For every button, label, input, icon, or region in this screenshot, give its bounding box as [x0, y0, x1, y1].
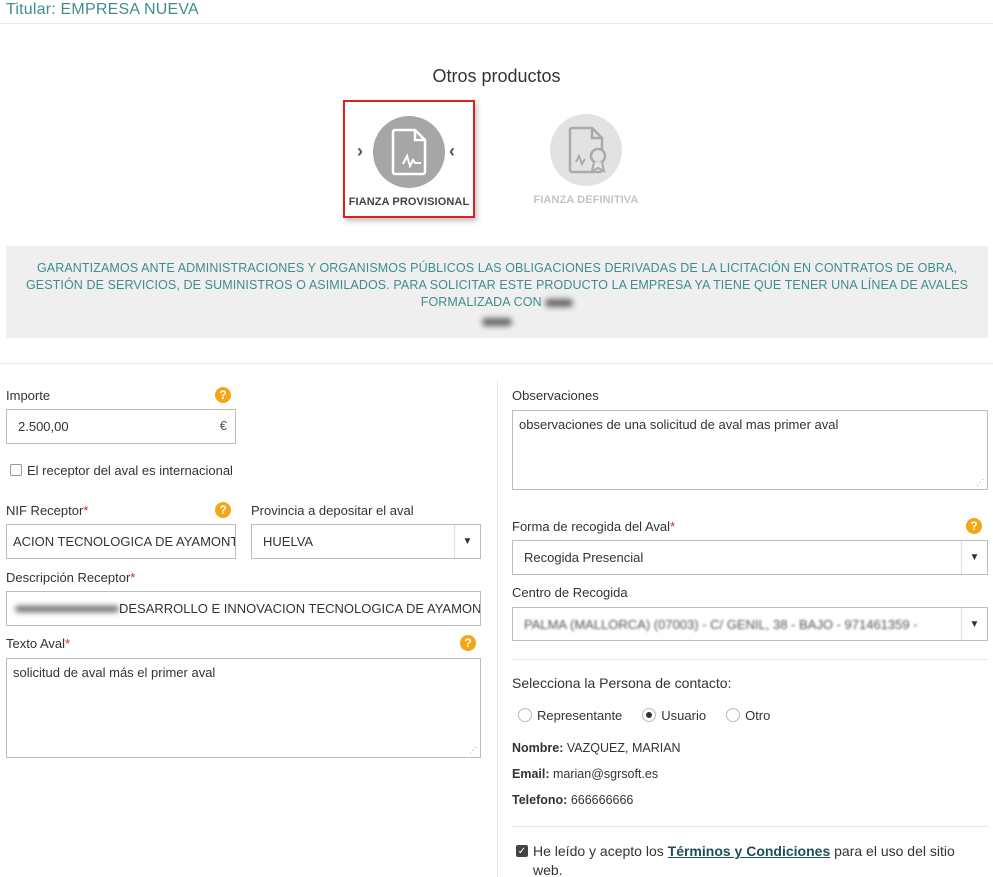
- product-description-banner: GARANTIZAMOS ANTE ADMINISTRACIONES Y ORG…: [6, 246, 988, 338]
- forma-recogida-select[interactable]: Recogida Presencial ▼: [512, 540, 988, 575]
- help-icon[interactable]: ?: [215, 387, 231, 403]
- centro-recogida-label: Centro de Recogida: [512, 585, 628, 600]
- internacional-label: El receptor del aval es internacional: [27, 463, 233, 478]
- divider: [0, 23, 993, 24]
- nombre-label: Nombre:: [512, 741, 564, 755]
- redacted-text: [482, 317, 512, 326]
- divider: [0, 363, 993, 364]
- contact-telefono: Telefono: 666666666: [512, 793, 633, 807]
- euro-suffix: €: [219, 418, 227, 433]
- radio-usuario[interactable]: Usuario: [642, 708, 706, 723]
- provincia-select[interactable]: HUELVA ▼: [251, 524, 481, 559]
- help-icon[interactable]: ?: [460, 635, 476, 651]
- internacional-checkbox[interactable]: [10, 464, 22, 476]
- document-signature-icon: [373, 116, 445, 188]
- help-icon[interactable]: ?: [966, 518, 982, 534]
- texto-aval-textarea[interactable]: solicitud de aval más el primer aval ⋰: [6, 658, 481, 758]
- radio-label: Usuario: [661, 707, 707, 723]
- caret-down-icon: ▼: [961, 541, 987, 574]
- radio-button[interactable]: [726, 708, 741, 722]
- redacted-text: [545, 298, 574, 307]
- forma-recogida-label: Forma de recogida del Aval*: [512, 519, 676, 534]
- product-fianza-provisional[interactable]: › ‹ FIANZA PROVISIONAL: [343, 100, 475, 218]
- importe-value: 2.500,00: [18, 419, 69, 434]
- provincia-value: HUELVA: [263, 534, 314, 549]
- chevron-right-icon: ›: [357, 141, 363, 161]
- importe-label: Importe: [6, 388, 51, 403]
- chevron-left-icon: ‹: [449, 141, 455, 161]
- forma-recogida-value: Recogida Presencial: [524, 550, 644, 565]
- banner-text: GARANTIZAMOS ANTE ADMINISTRACIONES Y ORG…: [25, 261, 969, 309]
- radio-otro[interactable]: Otro: [726, 708, 770, 723]
- contacto-radio-group: Representante Usuario Otro: [512, 700, 988, 730]
- descripcion-receptor-input[interactable]: DESARROLLO E INNOVACION TECNOLOGICA DE A…: [6, 591, 481, 626]
- nif-receptor-value: ACION TECNOLOGICA DE AYAMONTE: [13, 534, 236, 549]
- nif-receptor-label: NIF Receptor*: [6, 503, 89, 518]
- observaciones-textarea[interactable]: observaciones de una solicitud de aval m…: [512, 410, 988, 490]
- terms-text: He leído y acepto los Términos y Condici…: [512, 842, 982, 877]
- nombre-value: VAZQUEZ, MARIAN: [566, 741, 681, 755]
- column-divider: [497, 380, 498, 877]
- redacted-text: [15, 606, 119, 612]
- divider: [512, 659, 988, 660]
- product-label: FIANZA PROVISIONAL: [348, 196, 470, 208]
- centro-recogida-select[interactable]: PALMA (MALLORCA) (07003) - C/ GENIL, 38 …: [512, 607, 988, 641]
- observaciones-value: observaciones de una solicitud de aval m…: [519, 417, 839, 432]
- product-fianza-definitiva[interactable]: FIANZA DEFINITIVA: [522, 100, 650, 218]
- titular-heading: Titular: EMPRESA NUEVA: [6, 1, 199, 18]
- resize-grip-icon[interactable]: ⋰: [976, 478, 984, 487]
- divider: [512, 826, 988, 827]
- telefono-label: Telefono:: [512, 793, 568, 807]
- texto-aval-label: Texto Aval*: [6, 636, 71, 651]
- importe-input[interactable]: 2.500,00 €: [6, 409, 236, 444]
- radio-button[interactable]: [642, 708, 657, 722]
- caret-down-icon: ▼: [961, 608, 987, 640]
- help-icon[interactable]: ?: [215, 502, 231, 518]
- observaciones-label: Observaciones: [512, 388, 599, 403]
- terms-prefix: He leído y acepto los: [533, 843, 664, 859]
- product-label: FIANZA DEFINITIVA: [533, 194, 639, 206]
- radio-button[interactable]: [518, 708, 532, 722]
- email-label: Email:: [512, 767, 550, 781]
- centro-recogida-value: PALMA (MALLORCA) (07003) - C/ GENIL, 38 …: [524, 616, 918, 632]
- contact-email: Email: marian@sgrsoft.es: [512, 767, 658, 781]
- otros-productos-heading: Otros productos: [432, 66, 561, 86]
- telefono-value: 666666666: [570, 793, 634, 807]
- descripcion-receptor-label: Descripción Receptor*: [6, 570, 136, 585]
- radio-label: Otro: [745, 707, 771, 723]
- provincia-label: Provincia a depositar el aval: [251, 503, 414, 518]
- contact-nombre: Nombre: VAZQUEZ, MARIAN: [512, 741, 681, 755]
- radio-representante[interactable]: Representante: [518, 708, 622, 723]
- nif-receptor-input[interactable]: ACION TECNOLOGICA DE AYAMONTE: [6, 524, 236, 559]
- contacto-label: Selecciona la Persona de contacto:: [512, 675, 732, 691]
- terms-link[interactable]: Términos y Condiciones: [668, 843, 831, 859]
- resize-grip-icon[interactable]: ⋰: [469, 746, 477, 755]
- texto-aval-value: solicitud de aval más el primer aval: [13, 665, 216, 680]
- caret-down-icon: ▼: [454, 525, 480, 558]
- radio-label: Representante: [537, 707, 623, 723]
- certificate-icon: [550, 114, 622, 186]
- email-value: marian@sgrsoft.es: [553, 767, 659, 781]
